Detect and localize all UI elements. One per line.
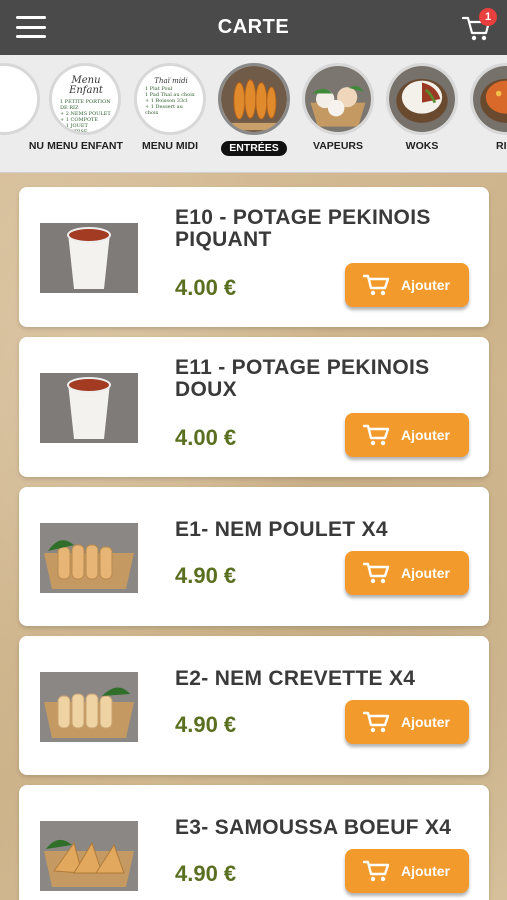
category-entrees[interactable]: ENTRÉES bbox=[214, 63, 294, 156]
app-header: CARTE 1 bbox=[0, 0, 507, 55]
entrees-food-icon bbox=[218, 63, 290, 135]
add-to-cart-button[interactable]: Ajouter bbox=[345, 263, 469, 307]
category-riz[interactable]: RI bbox=[466, 63, 507, 152]
menu-enfant-card-icon: Menu Enfant 1 PETITE PORTION DE RIZ + 2 … bbox=[49, 63, 121, 135]
menu-midi-card-icon: Thaï midi 1 Plat Poul 1 Pad Thaï au choi… bbox=[134, 63, 206, 135]
cart-icon bbox=[363, 562, 390, 584]
product-price: 4.00 € bbox=[175, 275, 237, 300]
add-to-cart-button[interactable]: Ajouter bbox=[345, 551, 469, 595]
product-list[interactable]: E10 - POTAGE PEKINOIS PIQUANT 4.00 € Ajo… bbox=[0, 173, 507, 900]
dumplings-icon bbox=[302, 63, 374, 135]
category-menu-enfant[interactable]: Menu Enfant 1 PETITE PORTION DE RIZ + 2 … bbox=[45, 63, 125, 152]
cart-icon bbox=[363, 274, 390, 296]
add-button-label: Ajouter bbox=[401, 863, 450, 879]
category-woks[interactable]: WOKS bbox=[382, 63, 462, 152]
add-button-label: Ajouter bbox=[401, 714, 450, 730]
rice-icon bbox=[470, 63, 507, 135]
product-price: 4.90 € bbox=[175, 861, 237, 886]
page-title: CARTE bbox=[217, 16, 290, 38]
product-card[interactable]: E2- NEM CREVETTE X4 4.90 € Ajouter bbox=[19, 636, 489, 775]
add-button-label: Ajouter bbox=[401, 427, 450, 443]
cart-button[interactable]: 1 bbox=[461, 8, 497, 44]
cart-icon bbox=[363, 424, 390, 446]
nem-tray-image bbox=[40, 672, 138, 742]
soup-cup-image bbox=[40, 223, 138, 293]
wok-bowl-icon bbox=[386, 63, 458, 135]
product-card[interactable]: E3- SAMOUSSA BOEUF X4 4.90 € Ajouter bbox=[19, 785, 489, 900]
cart-icon bbox=[363, 860, 390, 882]
add-button-label: Ajouter bbox=[401, 277, 450, 293]
product-name: E2- NEM CREVETTE X4 bbox=[175, 667, 416, 690]
add-to-cart-button[interactable]: Ajouter bbox=[345, 413, 469, 457]
category-menu[interactable]: o Khao- PoulThaïau choixau choix NU bbox=[0, 63, 44, 152]
hamburger-menu-icon[interactable] bbox=[16, 16, 46, 38]
product-name: E11 - POTAGE PEKINOIS DOUX bbox=[175, 356, 430, 401]
product-name: E10 - POTAGE PEKINOIS PIQUANT bbox=[175, 206, 431, 251]
nem-tray-image bbox=[40, 523, 138, 593]
product-card[interactable]: E11 - POTAGE PEKINOIS DOUX 4.00 € Ajoute… bbox=[19, 337, 489, 477]
product-name: E1- NEM POULET X4 bbox=[175, 518, 388, 541]
samoussa-tray-image bbox=[40, 821, 138, 891]
product-card[interactable]: E10 - POTAGE PEKINOIS PIQUANT 4.00 € Ajo… bbox=[19, 187, 489, 327]
product-price: 4.90 € bbox=[175, 563, 237, 588]
category-vapeurs[interactable]: VAPEURS bbox=[298, 63, 378, 152]
product-name: E3- SAMOUSSA BOEUF X4 bbox=[175, 816, 452, 839]
product-card[interactable]: E1- NEM POULET X4 4.90 € Ajouter bbox=[19, 487, 489, 626]
add-to-cart-button[interactable]: Ajouter bbox=[345, 700, 469, 744]
soup-cup-image bbox=[40, 373, 138, 443]
cart-icon bbox=[363, 711, 390, 733]
add-button-label: Ajouter bbox=[401, 565, 450, 581]
cart-count-badge: 1 bbox=[479, 8, 497, 26]
add-to-cart-button[interactable]: Ajouter bbox=[345, 849, 469, 893]
category-menu-midi[interactable]: Thaï midi 1 Plat Poul 1 Pad Thaï au choi… bbox=[130, 63, 210, 152]
product-price: 4.90 € bbox=[175, 712, 237, 737]
menu-card-icon: o Khao- PoulThaïau choixau choix bbox=[0, 63, 40, 135]
product-price: 4.00 € bbox=[175, 425, 237, 450]
category-strip[interactable]: o Khao- PoulThaïau choixau choix NU Menu… bbox=[0, 55, 507, 173]
